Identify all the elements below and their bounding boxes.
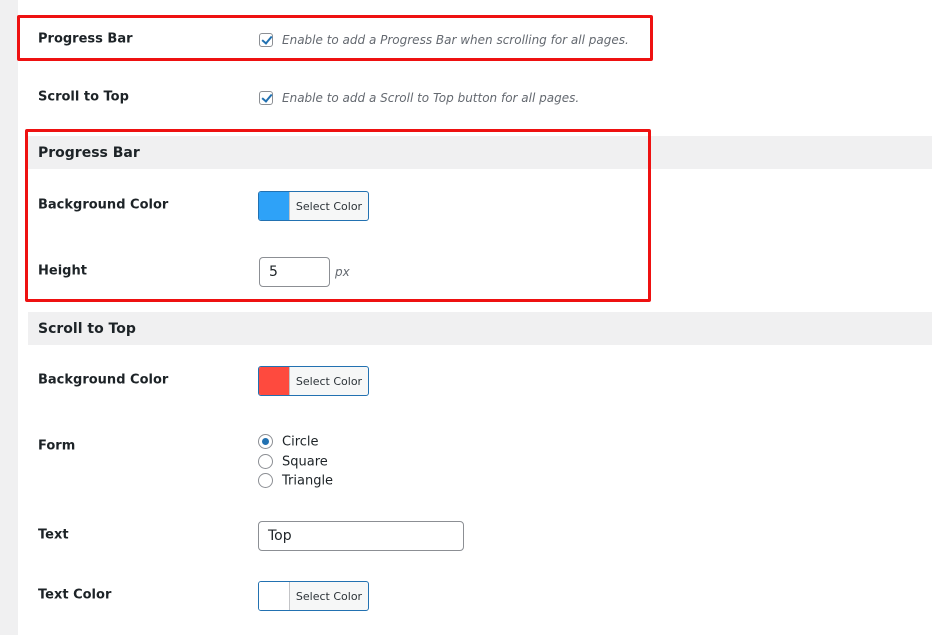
highlight-box-progress-bar-section: [25, 129, 651, 302]
select-color-label: Select Color: [295, 374, 363, 388]
scroll-to-top-checkbox[interactable]: [259, 91, 273, 105]
select-color-label: Select Color: [295, 589, 363, 603]
stt-background-color-picker[interactable]: Select Color: [258, 366, 369, 396]
radio-square[interactable]: [258, 454, 273, 469]
radio-triangle[interactable]: [258, 473, 273, 488]
section-header-scroll-to-top: Scroll to Top: [28, 312, 932, 345]
text-color-picker[interactable]: Select Color: [258, 581, 369, 611]
radio-circle-label: Circle: [282, 434, 319, 450]
text-label: Text: [38, 527, 69, 543]
admin-sidebar-edge: [0, 0, 18, 635]
color-swatch: [259, 367, 290, 395]
form-label: Form: [38, 438, 76, 454]
highlight-box-progress-bar-toggle: [17, 15, 653, 61]
radio-triangle-label: Triangle: [282, 473, 334, 489]
section-title: Scroll to Top: [38, 320, 136, 337]
stt-background-color-label: Background Color: [38, 372, 169, 388]
radio-circle[interactable]: [258, 434, 273, 449]
text-input[interactable]: Top: [258, 521, 464, 551]
text-color-label: Text Color: [38, 587, 112, 603]
color-swatch: [259, 582, 290, 610]
scroll-to-top-label: Scroll to Top: [38, 89, 129, 105]
scroll-to-top-description: Enable to add a Scroll to Top button for…: [282, 91, 580, 105]
radio-square-label: Square: [282, 454, 328, 470]
